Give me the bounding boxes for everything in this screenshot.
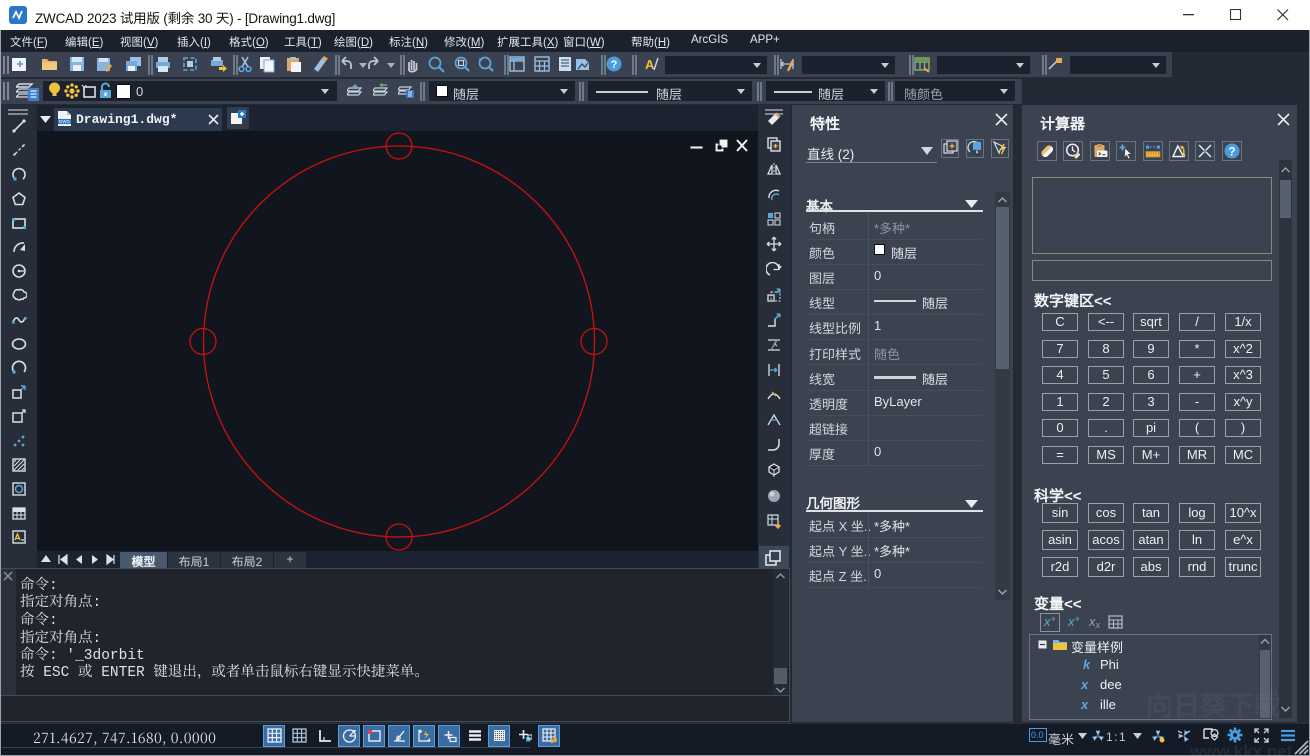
svg-text:?: ? (1228, 147, 1235, 159)
svg-text:?: ? (611, 59, 618, 71)
svg-text:DWG: DWG (59, 119, 70, 124)
